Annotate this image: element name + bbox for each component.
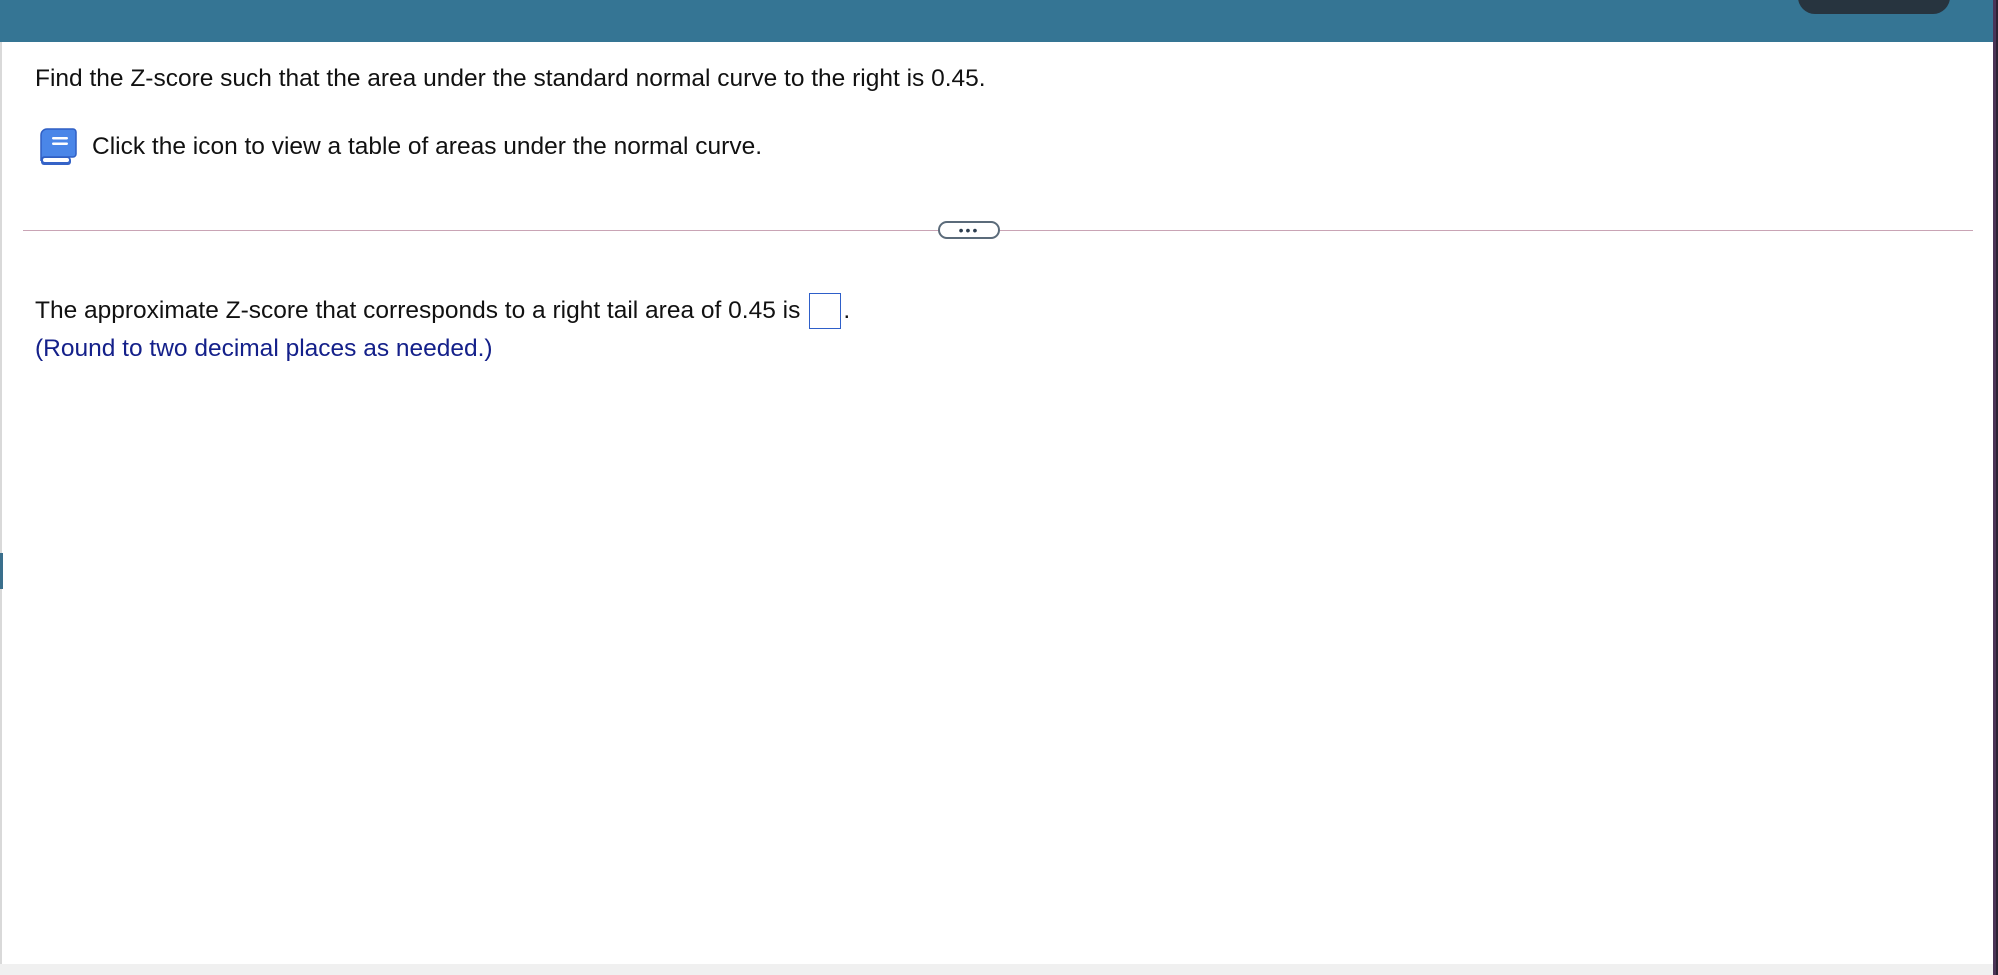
- answer-line: The approximate Z-score that corresponds…: [35, 293, 850, 329]
- book-icon[interactable]: [38, 127, 78, 167]
- question-text: Find the Z-score such that the area unde…: [35, 65, 986, 92]
- answer-prompt: The approximate Z-score that corresponds…: [35, 297, 801, 324]
- page: Find the Z-score such that the area unde…: [0, 0, 1998, 975]
- header-button[interactable]: [1798, 0, 1950, 14]
- expand-more-button[interactable]: •••: [938, 221, 1000, 239]
- bottom-bar: [0, 964, 1993, 975]
- rounding-hint: (Round to two decimal places as needed.): [35, 335, 493, 362]
- answer-period: .: [843, 297, 851, 324]
- help-row: Click the icon to view a table of areas …: [38, 127, 762, 167]
- z-score-answer-input[interactable]: [809, 293, 842, 329]
- help-text: Click the icon to view a table of areas …: [92, 133, 763, 160]
- top-header-bar: [0, 0, 1998, 42]
- left-edge-tab[interactable]: [0, 553, 3, 589]
- left-border: [0, 42, 2, 975]
